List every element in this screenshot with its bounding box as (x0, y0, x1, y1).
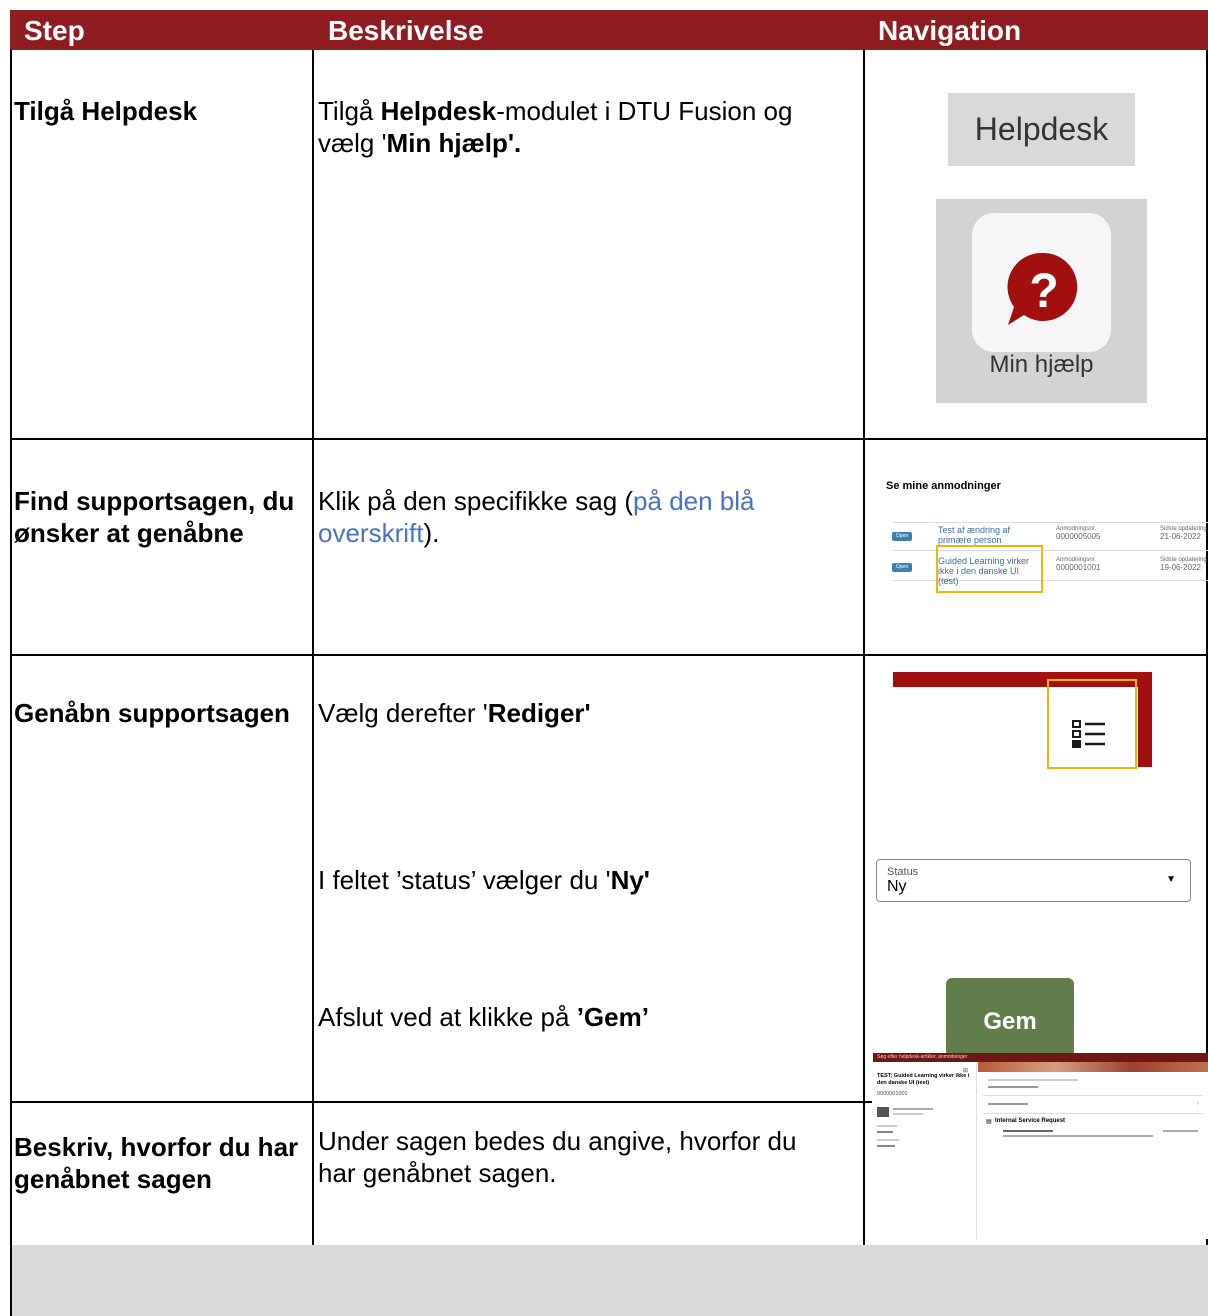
column-divider-2 (863, 50, 865, 1245)
footer-border-left (10, 1245, 12, 1316)
helpdesk-module-button[interactable]: Helpdesk (948, 93, 1135, 166)
row4-step: Beskriv, hvorfor du har genåbnet sagen (14, 1132, 299, 1194)
table-border-left (10, 50, 12, 1245)
status-dropdown[interactable]: Status Ny ▼ (876, 859, 1191, 902)
edit-list-icon[interactable] (1072, 720, 1106, 750)
status-value: Ny (887, 878, 907, 895)
row4-description: Under sagen bedes du angive, hvorfor du … (318, 1126, 797, 1188)
header-description: Beskrivelse (328, 15, 484, 46)
section-title: Internal Service Request (995, 1118, 1066, 1124)
svg-text:?: ? (1029, 265, 1058, 318)
help-question-icon: ? (1007, 252, 1078, 325)
status-badge: Open (892, 532, 912, 541)
footer-shading (10, 1245, 1208, 1316)
row-divider-1 (10, 438, 1208, 440)
min-hjaelp-tile[interactable]: ? Min hjælp (936, 199, 1147, 403)
chevron-down-icon: ▼ (1166, 874, 1176, 885)
row-divider-3a (10, 1101, 872, 1103)
row3-description-2: I feltet ’status’ vælger du 'Ny' (318, 865, 650, 895)
requests-screenshot: Se mine anmodninger Open Test af ændring… (886, 480, 1208, 586)
highlight-box (936, 545, 1043, 593)
request-link[interactable]: Test af ændring af primære person (938, 525, 1038, 545)
table-header: Step Beskrivelse Navigation (10, 10, 1208, 50)
search-input[interactable]: Søg efter helpdesk-artikler, anmodninger (877, 1054, 967, 1060)
row3-description-1: Vælg derefter 'Rediger' (318, 698, 591, 728)
header-step: Step (24, 15, 85, 46)
min-hjaelp-icon-bg: ? (972, 213, 1111, 352)
row3-description-3: Afslut ved at klikke på ’Gem’ (318, 1002, 649, 1032)
row2-description: Klik på den specifikke sag (på den blå o… (318, 486, 755, 548)
min-hjaelp-label: Min hjælp (989, 351, 1094, 378)
status-label: Status (887, 866, 919, 878)
status-badge: Open (892, 563, 912, 572)
row1-description: Tilgå Helpdesk-modulet i DTU Fusion og v… (318, 96, 793, 158)
header-navigation: Navigation (878, 15, 1022, 46)
column-divider-1 (312, 50, 314, 1245)
red-toolbar-side (1138, 672, 1152, 767)
case-screenshot: Søg efter helpdesk-artikler, anmodninger… (873, 1053, 1208, 1239)
requests-title: Se mine anmodninger (886, 480, 1001, 492)
document-icon: ▤ (986, 1119, 992, 1125)
case-number: 0000001001 (877, 1091, 908, 1097)
row1-step: Tilgå Helpdesk (14, 96, 198, 126)
row2-step: Find supportsagen, du ønsker at genåbne (14, 486, 295, 548)
row-divider-2 (10, 654, 1208, 656)
case-title: TEST; Guided Learning virker ikke i den … (877, 1073, 970, 1086)
row3-step: Genåbn supportsagen (14, 698, 290, 728)
